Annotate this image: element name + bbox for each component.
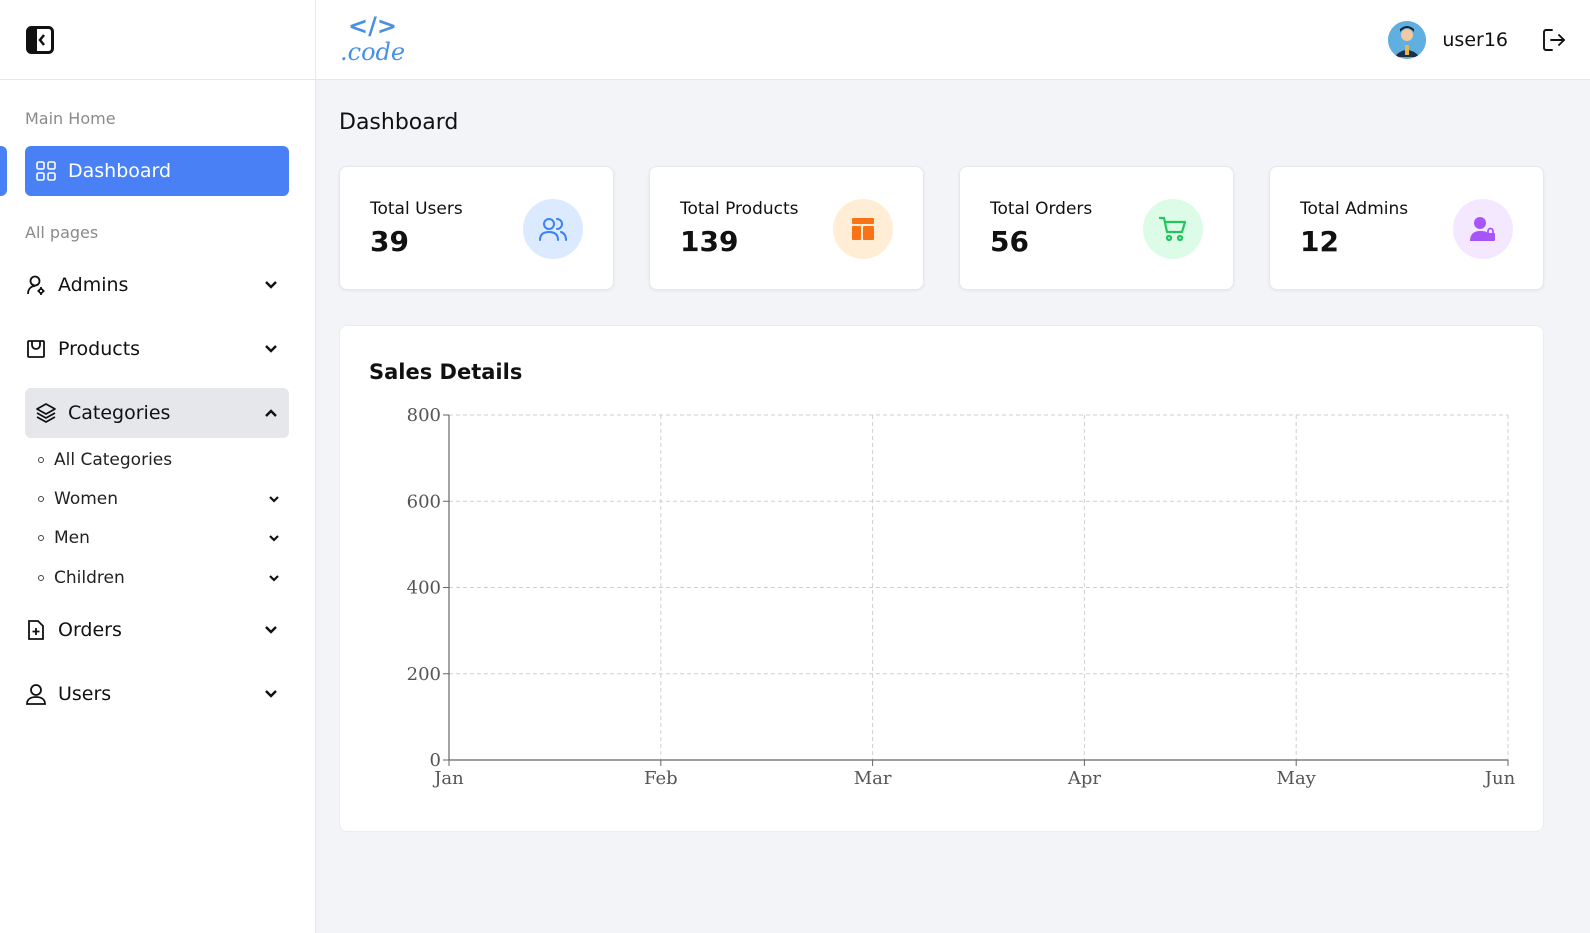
- chevron-down-icon: [264, 528, 284, 548]
- chevron-up-icon: [261, 403, 281, 423]
- stat-label: Total Admins: [1300, 199, 1409, 219]
- sidebar-item-dashboard[interactable]: Dashboard: [25, 146, 289, 196]
- x-tick-label: Mar: [854, 768, 892, 789]
- brand-logo[interactable]: </> .code: [340, 12, 405, 66]
- sub-item-label: Women: [54, 489, 119, 509]
- page-title: Dashboard: [339, 110, 459, 135]
- y-tick-label: 800: [407, 405, 441, 426]
- x-tick-label: Apr: [1067, 768, 1102, 789]
- sub-item-label: Children: [54, 568, 125, 588]
- sidebar: Main Home Dashboard All pages Admins Pro…: [0, 0, 316, 933]
- sub-item-men[interactable]: Men: [38, 523, 288, 553]
- product-icon: [833, 199, 893, 259]
- bullet-icon: [38, 535, 44, 541]
- avatar[interactable]: [1388, 21, 1427, 59]
- stat-value: 56: [990, 225, 1029, 258]
- bullet-icon: [38, 457, 44, 463]
- layers-icon: [35, 402, 57, 424]
- sidebar-item-label: Products: [58, 338, 141, 360]
- sidebar-item-label: Users: [58, 683, 112, 705]
- cart-icon: [1143, 199, 1203, 259]
- section-label-pages: All pages: [25, 223, 99, 242]
- logo-text: .code: [340, 38, 404, 66]
- admin-lock-icon: [1453, 199, 1513, 259]
- sidebar-item-products[interactable]: Products: [25, 324, 289, 374]
- stat-label: Total Users: [370, 199, 463, 219]
- sidebar-item-orders[interactable]: Orders: [25, 605, 289, 655]
- chevron-down-icon: [261, 684, 281, 704]
- stat-value: 139: [680, 225, 739, 258]
- stat-value: 12: [1300, 225, 1339, 258]
- file-plus-icon: [25, 619, 47, 641]
- x-tick-label: May: [1277, 768, 1317, 789]
- user-area: user16: [1388, 0, 1568, 80]
- active-indicator: [0, 146, 7, 196]
- admin-user-icon: [25, 274, 47, 296]
- bullet-icon: [38, 575, 44, 581]
- y-tick-label: 400: [407, 578, 441, 599]
- stat-card-admins: Total Admins 12: [1269, 166, 1544, 290]
- logout-icon[interactable]: [1540, 26, 1568, 54]
- sales-chart: 0200400600800Jan Feb Mar Apr May Jun: [407, 405, 1516, 789]
- sidebar-item-label: Categories: [68, 402, 171, 424]
- svg-text:</>: </>: [348, 12, 397, 40]
- top-header: </> .code user16: [316, 0, 1590, 80]
- sidebar-item-label: Orders: [58, 619, 122, 641]
- section-label-main: Main Home: [25, 109, 116, 128]
- chevron-down-icon: [261, 339, 281, 359]
- stat-card-products: Total Products 139: [649, 166, 924, 290]
- sidebar-header: [0, 0, 315, 80]
- stat-card-users: Total Users 39: [339, 166, 614, 290]
- sub-item-label: All Categories: [54, 450, 173, 470]
- sub-item-all-categories[interactable]: All Categories: [38, 445, 288, 475]
- sub-item-label: Men: [54, 528, 90, 548]
- chevron-down-icon: [264, 489, 284, 509]
- x-tick-label: Jan: [432, 768, 464, 789]
- sub-item-women[interactable]: Women: [38, 484, 288, 514]
- y-tick-label: 600: [407, 491, 441, 512]
- user-icon: [25, 683, 47, 705]
- sales-chart-card: Sales Details 0 200 400 600 800 Jan Feb Mar Apr M…: [339, 325, 1544, 832]
- users-icon: [523, 199, 583, 259]
- sidebar-item-users[interactable]: Users: [25, 669, 289, 719]
- sub-item-children[interactable]: Children: [38, 563, 288, 593]
- stat-label: Total Products: [680, 199, 799, 219]
- stat-card-orders: Total Orders 56: [959, 166, 1234, 290]
- grid-icon: [35, 160, 57, 182]
- x-tick-label: Jun: [1483, 768, 1516, 789]
- bullet-icon: [38, 496, 44, 502]
- chevron-down-icon: [261, 275, 281, 295]
- sidebar-item-label: Admins: [58, 274, 129, 296]
- sidebar-item-admins[interactable]: Admins: [25, 260, 289, 310]
- x-tick-label: Feb: [644, 768, 678, 789]
- bag-icon: [25, 338, 47, 360]
- username-label[interactable]: user16: [1442, 29, 1508, 51]
- chevron-down-icon: [261, 620, 281, 640]
- sidebar-item-categories[interactable]: Categories: [25, 388, 289, 438]
- stat-value: 39: [370, 225, 409, 258]
- y-tick-label: 200: [407, 664, 441, 685]
- stat-label: Total Orders: [990, 199, 1093, 219]
- collapse-left-icon[interactable]: [25, 25, 55, 55]
- sidebar-item-label: Dashboard: [68, 160, 172, 182]
- chevron-down-icon: [264, 568, 284, 588]
